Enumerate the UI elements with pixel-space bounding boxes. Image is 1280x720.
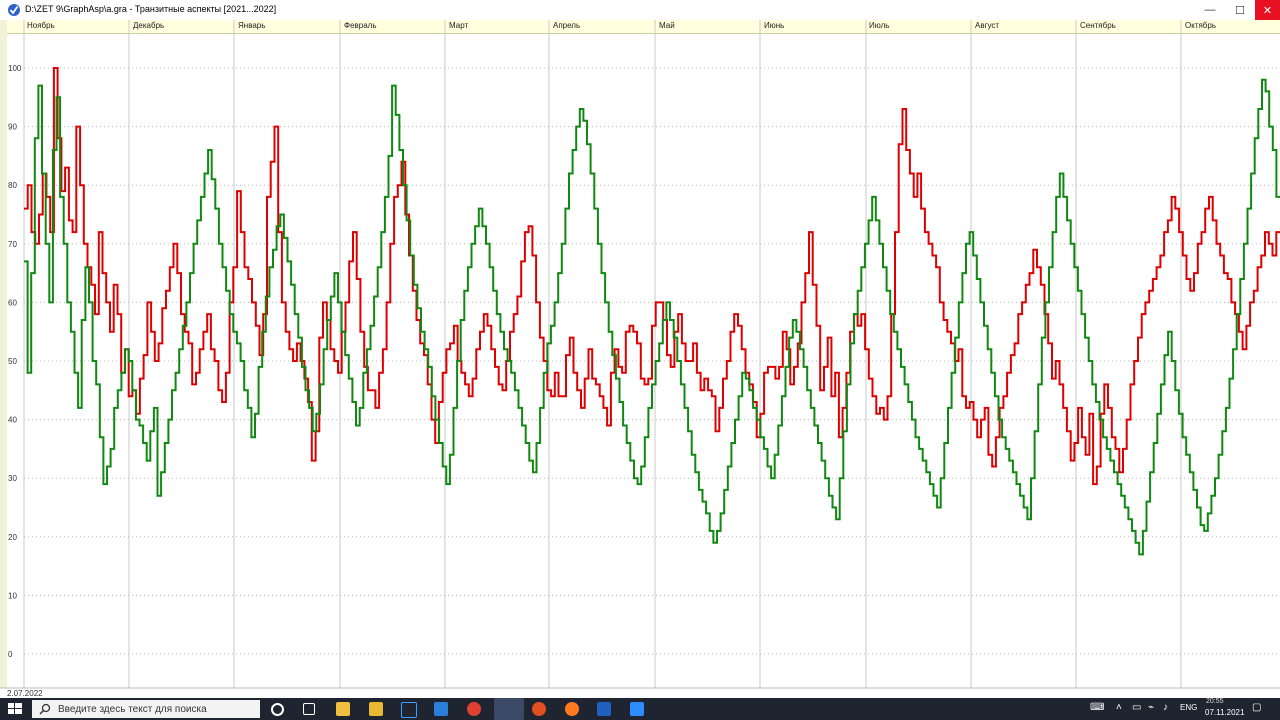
keyboard-icon[interactable]: ⌨ <box>1090 702 1104 713</box>
zoom-icon[interactable] <box>630 702 644 716</box>
y-tick-label: 50 <box>8 357 17 366</box>
y-tick-label: 60 <box>8 298 17 307</box>
y-tick-label: 0 <box>8 650 13 659</box>
y-tick-label: 20 <box>8 533 17 542</box>
series-line-red <box>24 67 1280 486</box>
search-icon <box>39 703 51 715</box>
start-date-label: 2.07.2022 <box>7 689 43 698</box>
chart-plot: 0 10 20 30 40 50 60 70 80 90 100 <box>0 20 1280 689</box>
chrome-icon[interactable] <box>467 702 481 716</box>
chevron-up-icon[interactable]: ˄ <box>1116 702 1122 713</box>
clock-date[interactable]: 07.11.2021 <box>1205 708 1244 717</box>
taskbar: Введите здесь текст для поиска ⌨ ˄ ▭ ⌁ ♪… <box>0 698 1280 720</box>
app-icon-blue[interactable] <box>401 702 417 718</box>
y-tick-label: 40 <box>8 416 17 425</box>
y-tick-label: 90 <box>8 123 17 132</box>
windows-start-icon[interactable] <box>6 701 24 717</box>
file-explorer-icon[interactable] <box>336 702 350 716</box>
mail-icon[interactable] <box>434 702 448 716</box>
app-icon-orange[interactable] <box>532 702 546 716</box>
series-line-green <box>24 78 1280 556</box>
clock-time[interactable]: 20:55 <box>1206 698 1224 705</box>
search-placeholder: Введите здесь текст для поиска <box>58 704 207 715</box>
y-tick-label: 100 <box>8 64 22 73</box>
taskbar-search-box[interactable]: Введите здесь текст для поиска <box>32 700 260 718</box>
active-app-icon[interactable] <box>494 698 524 720</box>
volume-icon[interactable]: ♪ <box>1163 702 1168 713</box>
battery-icon[interactable]: ▭ <box>1132 702 1141 713</box>
task-view-icon[interactable] <box>303 703 315 715</box>
language-indicator[interactable]: ENG <box>1180 703 1197 712</box>
store-icon[interactable] <box>369 702 383 716</box>
cortana-icon[interactable] <box>271 703 284 716</box>
network-icon[interactable]: ⌁ <box>1148 702 1154 713</box>
y-tick-label: 30 <box>8 474 17 483</box>
notification-icon[interactable]: ▢ <box>1252 702 1261 713</box>
word-icon[interactable] <box>597 702 611 716</box>
firefox-icon[interactable] <box>565 702 579 716</box>
y-tick-label: 70 <box>8 240 17 249</box>
y-tick-label: 10 <box>8 591 17 600</box>
y-tick-label: 80 <box>8 181 17 190</box>
